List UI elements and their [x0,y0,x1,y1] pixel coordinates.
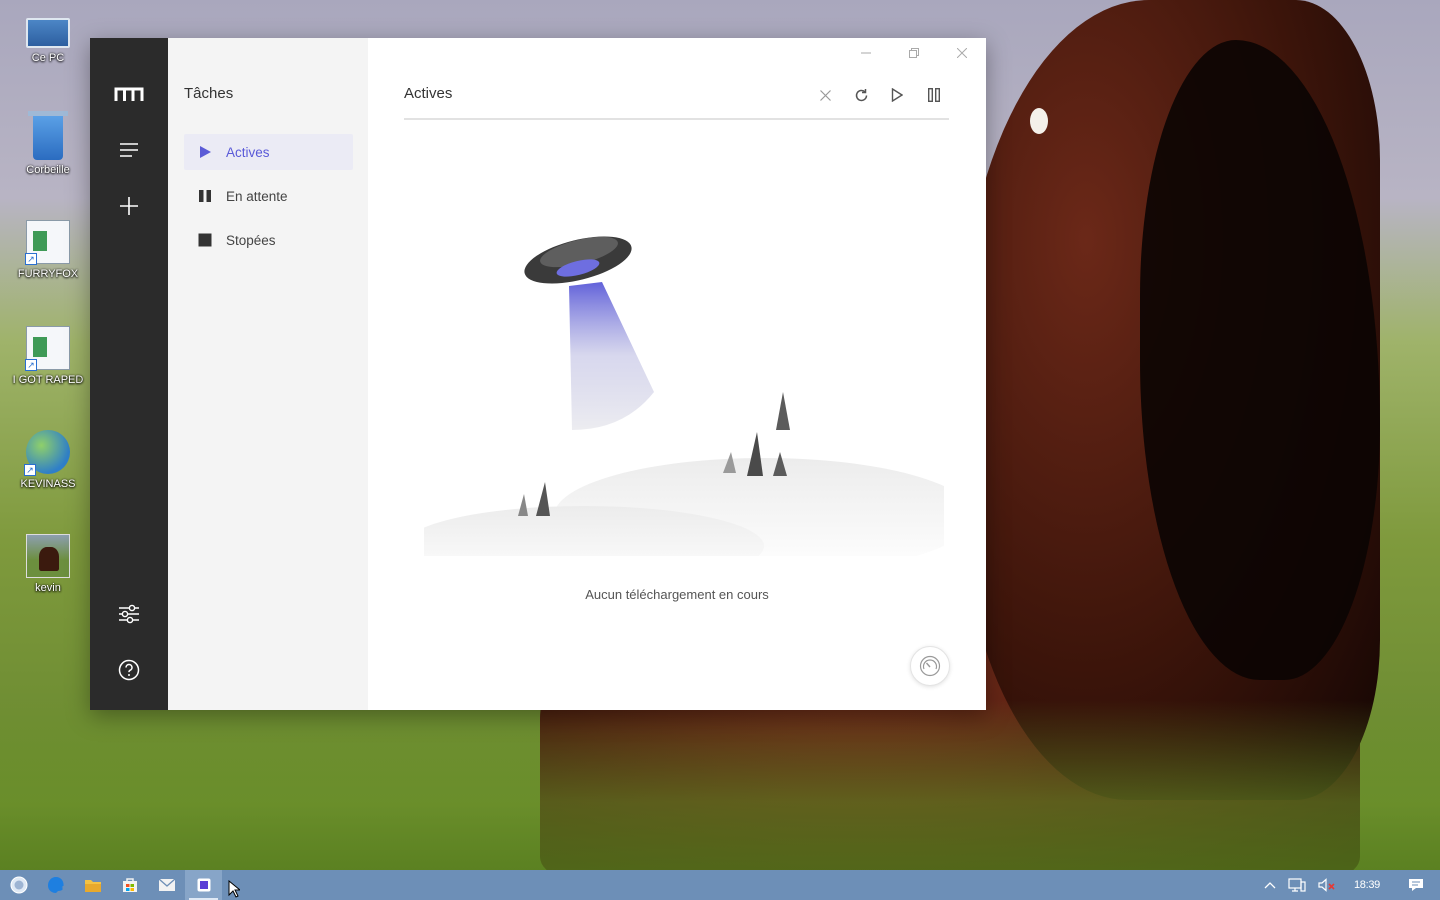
sliders-icon [119,604,139,624]
tray-clock[interactable]: 18:39 [1342,870,1392,900]
taskbar-motrix[interactable] [185,870,222,900]
stop-icon [198,233,212,247]
desktop-icon-label: Corbeille [26,164,70,176]
desktop-icon-this-pc[interactable]: Ce PC [8,10,88,64]
taskbar-edge[interactable] [37,870,74,900]
motrix-window: Tâches Actives En attente Stopées Active… [90,38,986,710]
sidebar-title: Tâches [184,85,234,102]
menu-button[interactable] [90,130,168,170]
pause-all-button[interactable] [921,83,947,107]
shortcut-file-icon: ↗ [25,326,70,371]
help-icon [118,659,140,681]
shortcut-arrow-icon: ↗ [25,359,37,371]
speedometer-icon [919,655,941,677]
left-rail [90,38,168,710]
tree-d [518,494,528,516]
tray-network-button[interactable] [1282,870,1312,900]
desktop-icon-label: kevin [35,582,61,594]
wallpaper-grass [0,700,1440,870]
pause-icon [928,88,940,102]
preferences-button[interactable] [90,594,168,634]
add-task-button[interactable] [90,186,168,226]
tree-large-right [776,392,790,430]
window-maximize-button[interactable] [892,42,936,64]
maximize-icon [909,48,919,58]
network-icon [1288,878,1306,892]
mouse-cursor-icon [228,880,240,898]
beam [569,282,654,430]
taskbar-mail[interactable] [148,870,185,900]
tray-overflow-button[interactable] [1258,870,1282,900]
empty-state-illustration [424,236,944,556]
desktop-icon-label: FURRYFOX [17,268,79,280]
plus-icon [120,197,138,215]
desktop-icon-kevinass[interactable]: ↗ KEVINASS [8,430,88,490]
edge-icon [47,877,64,893]
pause-icon [199,190,211,202]
shortcut-arrow-icon: ↗ [25,253,37,265]
chevron-up-icon [1264,882,1276,889]
empty-state-message: Aucun téléchargement en cours [585,587,769,602]
desktop-icon-recycle-bin[interactable]: Corbeille [8,111,88,176]
desktop-icon-shortcut[interactable]: ↗ I GOT RAPED [8,326,88,386]
tree-a [747,432,763,476]
taskbar: 18:39 [0,870,1440,900]
taskbar-store[interactable] [111,870,148,900]
shortcut-file-icon: ↗ [25,220,70,265]
start-button[interactable] [0,870,37,900]
wallpaper-horse-blaze [1030,108,1048,134]
play-icon [891,88,903,102]
header-divider [404,118,949,120]
window-minimize-button[interactable] [844,42,888,64]
delete-tasks-button[interactable] [812,83,838,107]
task-sidebar: Tâches Actives En attente Stopées [168,38,368,710]
desktop-icon-label: I GOT RAPED [12,374,84,386]
store-icon [122,878,137,892]
sidebar-item-label: Stopées [226,232,276,248]
sidebar-item-stopees[interactable]: Stopées [184,222,353,258]
page-title: Actives [404,85,453,102]
menu-icon [120,143,138,157]
refresh-icon [855,88,867,101]
motrix-app-icon [197,878,210,892]
minimize-icon [861,52,871,54]
action-center-button[interactable] [1392,870,1440,900]
help-button[interactable] [90,650,168,690]
file-explorer-icon [84,880,101,892]
sidebar-item-label: En attente [226,188,288,204]
action-center-icon [1409,879,1423,891]
close-icon [957,48,967,58]
globe-shortcut-icon: ↗ [24,430,70,476]
task-list-panel: Actives Aucun téléchargement en cours [368,38,986,710]
desktop-icon-label: Ce PC [31,52,65,64]
resume-all-button[interactable] [884,83,910,107]
motrix-logo-icon [114,87,144,101]
window-close-button[interactable] [940,42,984,64]
mail-icon [158,878,175,891]
recycle-bin-icon [28,111,68,160]
taskbar-file-explorer[interactable] [74,870,111,900]
sidebar-item-en-attente[interactable]: En attente [184,178,353,214]
tree-c [536,482,550,516]
speed-limit-button[interactable] [910,646,950,686]
desktop-icon-label: KEVINASS [20,478,76,490]
desktop-icon-kevin[interactable]: kevin [8,534,88,594]
system-tray: 18:39 [1258,870,1440,900]
image-thumbnail-icon [26,534,70,578]
close-icon [819,89,831,101]
logo-button[interactable] [90,74,168,114]
desktop-icon-furryfox[interactable]: ↗ FURRYFOX [8,220,88,280]
play-icon [200,146,211,158]
computer-icon [26,18,70,48]
volume-muted-icon [1318,878,1335,892]
sidebar-item-label: Actives [226,144,270,160]
sidebar-item-actives[interactable]: Actives [184,134,353,170]
start-icon [10,876,27,894]
refresh-button[interactable] [848,83,874,107]
tray-volume-button[interactable] [1312,870,1342,900]
shortcut-arrow-icon: ↗ [24,464,36,476]
